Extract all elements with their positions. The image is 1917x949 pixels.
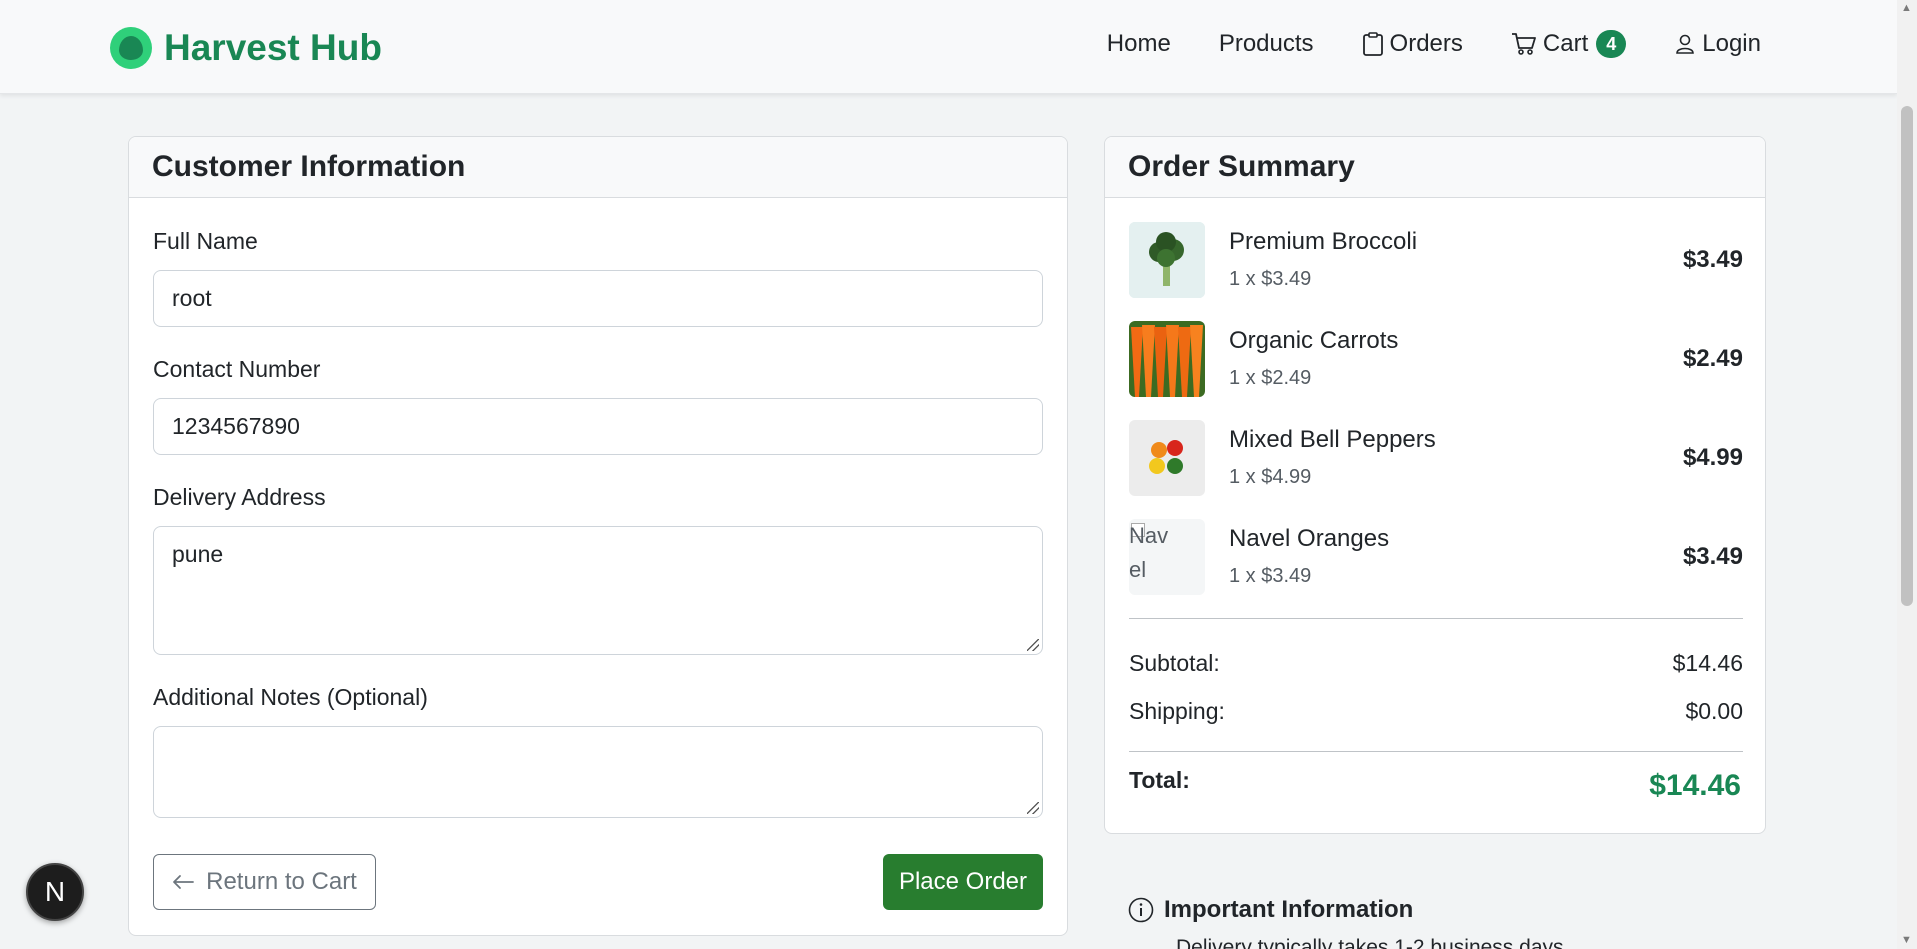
item-price: $4.99	[1682, 444, 1743, 471]
scrollbar-thumb[interactable]	[1901, 106, 1913, 606]
nav-products-label: Products	[1218, 30, 1314, 57]
order-item: Premium Broccoli 1 x $3.49 $3.49	[1129, 222, 1743, 298]
user-icon	[1676, 34, 1695, 54]
nav-links: Home Products Orders Cart 4 Login	[1059, 30, 1761, 58]
contact-number-value: 1234567890	[172, 413, 300, 439]
nav-home-label: Home	[1106, 30, 1171, 57]
info-circle-icon	[1128, 897, 1154, 923]
item-name: Organic Carrots	[1229, 327, 1399, 354]
important-information-title: Important Information	[1164, 896, 1414, 923]
order-summary-title: Order Summary	[1105, 137, 1765, 198]
arrow-left-icon	[173, 875, 195, 889]
order-item: Mixed Bell Peppers 1 x $4.99 $4.99	[1129, 420, 1743, 496]
delivery-address-value: pune	[172, 541, 224, 567]
delivery-address-textarea[interactable]: pune	[153, 526, 1043, 655]
nav-home-link[interactable]: Home	[1107, 30, 1171, 58]
item-quantity: 1 x $3.49	[1229, 268, 1312, 290]
full-name-label: Full Name	[153, 228, 258, 254]
subtotal-label: Subtotal:	[1129, 650, 1220, 676]
divider	[1129, 618, 1743, 619]
shipping-row: Shipping: $0.00	[1129, 698, 1743, 725]
cart-count-badge: 4	[1596, 30, 1627, 58]
item-quantity: 1 x $2.49	[1229, 367, 1312, 389]
clipboard-icon	[1362, 32, 1383, 56]
nav-cart-label: Cart	[1542, 30, 1589, 57]
navel-oranges-alt-text: Navel	[1129, 523, 1169, 582]
total-value: $14.46	[1649, 769, 1741, 802]
delivery-address-label: Delivery Address	[153, 484, 326, 510]
resize-handle-icon[interactable]	[1027, 802, 1039, 814]
customer-info-title: Customer Information	[129, 137, 1067, 198]
bell-peppers-image	[1129, 420, 1205, 496]
divider	[1129, 751, 1743, 752]
shipping-value: $0.00	[1685, 698, 1743, 724]
subtotal-value: $14.46	[1672, 650, 1743, 676]
page-scrollbar[interactable]: ▲ ▼	[1897, 0, 1917, 949]
item-price: $2.49	[1682, 345, 1743, 372]
carrots-image	[1129, 321, 1205, 397]
return-to-cart-label: Return to Cart	[206, 868, 357, 895]
nav-login-label: Login	[1702, 30, 1761, 57]
additional-notes-textarea[interactable]	[153, 726, 1043, 818]
shipping-label: Shipping:	[1129, 698, 1225, 724]
order-summary-card: Order Summary Premium Broccoli 1 x $3.49…	[1104, 136, 1766, 834]
contact-number-input[interactable]: 1234567890	[153, 398, 1043, 455]
navbar: Harvest Hub Home Products Orders Cart 4	[0, 0, 1897, 94]
scroll-up-arrow-icon[interactable]: ▲	[1901, 2, 1912, 14]
scroll-down-arrow-icon[interactable]: ▼	[1901, 934, 1912, 946]
leaf-logo-icon	[110, 27, 152, 69]
item-name: Premium Broccoli	[1229, 228, 1418, 255]
full-name-input[interactable]: root	[153, 270, 1043, 327]
item-quantity: 1 x $3.49	[1229, 565, 1312, 587]
customer-info-card: Customer Information Full Name root Cont…	[128, 136, 1068, 936]
item-price: $3.49	[1682, 246, 1743, 273]
cart-icon	[1511, 33, 1536, 55]
total-label: Total:	[1129, 767, 1190, 793]
nav-orders-label: Orders	[1389, 30, 1463, 57]
nextjs-dev-indicator[interactable]: N	[26, 863, 84, 921]
contact-number-label: Contact Number	[153, 356, 321, 382]
item-name: Navel Oranges	[1229, 525, 1390, 552]
important-information-heading: Important Information	[1128, 896, 1413, 924]
subtotal-row: Subtotal: $14.46	[1129, 650, 1743, 677]
broccoli-image	[1129, 222, 1205, 298]
full-name-value: root	[172, 285, 212, 311]
return-to-cart-button[interactable]: Return to Cart	[153, 854, 376, 910]
resize-handle-icon[interactable]	[1027, 639, 1039, 651]
order-item: Organic Carrots 1 x $2.49 $2.49	[1129, 321, 1743, 397]
nav-products-link[interactable]: Products	[1219, 30, 1314, 58]
nav-login-link[interactable]: Login	[1674, 30, 1761, 58]
item-price: $3.49	[1682, 543, 1743, 570]
order-item: Navel Navel Oranges 1 x $3.49 $3.49	[1129, 519, 1743, 595]
item-name: Mixed Bell Peppers	[1229, 426, 1436, 453]
item-quantity: 1 x $4.99	[1229, 466, 1312, 488]
brand-link[interactable]: Harvest Hub	[110, 26, 382, 70]
additional-notes-label: Additional Notes (Optional)	[153, 684, 428, 710]
nav-orders-link[interactable]: Orders	[1362, 30, 1463, 58]
nav-cart-link[interactable]: Cart 4	[1511, 30, 1627, 58]
important-information-line: Delivery typically takes 1-2 business da…	[1176, 936, 1564, 949]
place-order-button[interactable]: Place Order	[883, 854, 1043, 910]
brand-name: Harvest Hub	[164, 27, 382, 68]
navel-oranges-broken-image: Navel	[1129, 519, 1205, 595]
